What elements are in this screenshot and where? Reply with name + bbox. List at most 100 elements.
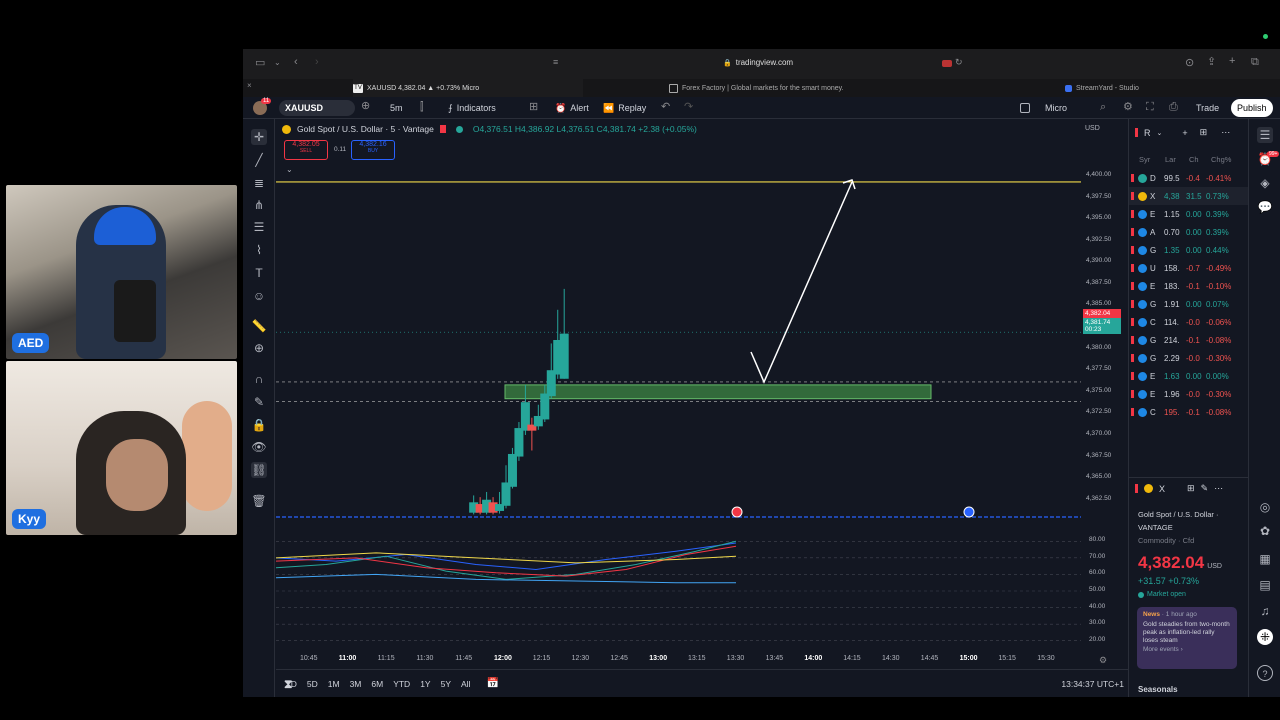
watchlist-row[interactable]: E 1.15 0.00 0.39% (1129, 205, 1249, 223)
trade-button[interactable]: Trade (1196, 103, 1219, 113)
chart-pane[interactable]: Gold Spot / U.S. Dollar · 5 · Vantage O4… (276, 119, 1128, 697)
price-scale[interactable]: USD 4,400.00 4,397.50 4,395.00 4,392.50 4,39… (1081, 119, 1128, 659)
timeframe-button[interactable]: 6M (371, 679, 383, 689)
layout-square-icon[interactable] (1020, 103, 1030, 113)
target-icon[interactable]: ◎ (1257, 499, 1273, 515)
ideas-icon[interactable]: ✿ (1257, 523, 1273, 539)
forward-icon[interactable]: › (315, 57, 319, 68)
back-icon[interactable]: ‹ (294, 57, 298, 68)
fib-icon[interactable]: ☰ (251, 219, 267, 235)
header-change-pct[interactable]: Chg% (1211, 155, 1239, 164)
trash-icon[interactable]: 🗑 (251, 493, 267, 509)
fullscreen-icon[interactable]: ⛶ (1146, 102, 1154, 113)
record-icon[interactable] (942, 60, 952, 67)
interval-button[interactable]: 5m (390, 103, 403, 113)
publish-button[interactable]: Publish (1231, 99, 1273, 117)
zoom-icon[interactable]: ⊕ (251, 340, 267, 356)
share-icon[interactable]: ⇪ (1207, 57, 1216, 68)
emoji-icon[interactable]: ☺ (251, 288, 267, 304)
timeframe-button[interactable]: All (461, 679, 470, 689)
chat-icon[interactable]: 💬 (1257, 199, 1273, 215)
apps-icon[interactable]: ⁜ (1257, 629, 1273, 645)
timeframe-button[interactable]: 5D (307, 679, 318, 689)
layouts-icon[interactable]: ⊞ (529, 102, 538, 113)
timeframe-button[interactable]: 1D (286, 679, 297, 689)
grid-icon[interactable]: ⊞ (1200, 127, 1208, 138)
watchlist-row[interactable]: E 1.96 -0.0 -0.30% (1129, 385, 1249, 403)
sell-button[interactable]: 4,382.05 SELL (284, 140, 328, 160)
help-icon[interactable]: ? (1257, 665, 1273, 681)
alert-button[interactable]: ⏰ Alert (555, 103, 589, 114)
text-icon[interactable]: T (251, 265, 267, 281)
watchlist-row[interactable]: C 114. -0.0 -0.06% (1129, 313, 1249, 331)
horizontal-lines-icon[interactable]: ≣ (251, 175, 267, 191)
pencil-lock-icon[interactable]: ✎ (251, 394, 267, 410)
timeframe-button[interactable]: YTD (393, 679, 410, 689)
ruler-icon[interactable]: 📏 (251, 318, 267, 334)
tab-tradingview[interactable]: TV XAUUSD 4,382.04 ▲ +0.73% Micro (353, 79, 583, 97)
add-symbol-icon[interactable]: + (1182, 128, 1187, 138)
header-last[interactable]: Lar (1165, 155, 1189, 164)
watchlist-row[interactable]: G 2.29 -0.0 -0.30% (1129, 349, 1249, 367)
tab-overview-icon[interactable]: ⧉ (1251, 57, 1259, 68)
close-tab-icon[interactable]: × (247, 82, 252, 90)
watchlist-row[interactable]: G 1.91 0.00 0.07% (1129, 295, 1249, 313)
layers-icon[interactable]: ◈ (1257, 175, 1273, 191)
tab-streamyard[interactable]: StreamYard - Studio (1065, 79, 1265, 97)
more-icon[interactable]: ⋯ (1214, 483, 1223, 494)
pitchfork-icon[interactable]: ⋔ (251, 197, 267, 213)
buy-button[interactable]: 4,382.16 BUY (351, 140, 395, 160)
chevron-down-icon[interactable]: ⌄ (1157, 129, 1163, 137)
magnet-icon[interactable]: ∩ (251, 371, 267, 387)
edit-icon[interactable]: ✎ (1201, 483, 1209, 494)
eye-icon[interactable]: 👁 (251, 439, 267, 455)
chevron-down-icon[interactable]: ⌄ (274, 59, 281, 67)
chart-svg[interactable] (276, 119, 1128, 697)
sidebar-toggle-icon[interactable]: ▭ (255, 58, 265, 69)
more-events-link[interactable]: More events › (1143, 646, 1231, 654)
timeframe-button[interactable]: 3M (350, 679, 362, 689)
watchlist-row[interactable]: E 183. -0.1 -0.10% (1129, 277, 1249, 295)
search-icon[interactable]: ⌕ (1100, 102, 1106, 113)
timeframe-button[interactable]: 1M (328, 679, 340, 689)
bell-icon[interactable]: ♫ (1257, 603, 1273, 619)
currency-selector[interactable]: USD (1085, 125, 1100, 132)
header-symbol[interactable]: Syr (1139, 155, 1165, 164)
news-card[interactable]: News · 1 hour ago Gold steadies from two… (1137, 607, 1237, 669)
screener-icon[interactable]: ▤ (1257, 577, 1273, 593)
settings-icon[interactable]: ⚙ (1123, 102, 1133, 113)
undo-icon[interactable]: ↶ (661, 102, 670, 113)
reload-icon[interactable]: ↻ (955, 58, 963, 67)
tab-forex-factory[interactable]: Forex Factory | Global markets for the s… (669, 79, 929, 97)
symbol-search[interactable]: XAUUSD (279, 100, 355, 116)
collapse-legend-icon[interactable]: ⌄ (286, 165, 293, 174)
header-change[interactable]: Ch (1189, 155, 1211, 164)
replay-button[interactable]: ⏪ Replay (603, 103, 646, 114)
add-symbol-icon[interactable]: ⊕ (361, 101, 370, 112)
candle-style-icon[interactable]: ⫿ (420, 102, 424, 113)
watchlist-row[interactable]: G 1.35 0.00 0.44% (1129, 241, 1249, 259)
watchlist-row[interactable]: E 1.63 0.00 0.00% (1129, 367, 1249, 385)
watchlist-row[interactable]: X 4,38 31.5 0.73% (1129, 187, 1249, 205)
axis-settings-icon[interactable]: ⚙ (1099, 656, 1107, 665)
address-bar[interactable]: 🔒 tradingview.com (723, 58, 793, 67)
trend-line-icon[interactable]: ╱ (251, 152, 267, 168)
indicators-button[interactable]: ⨍ Indicators (448, 103, 496, 114)
time-axis[interactable]: 10:45 11:00 11:15 11:30 11:45 12:00 12:15 12:30… (276, 654, 1128, 668)
grid-icon[interactable]: ⊞ (1187, 483, 1195, 494)
pattern-icon[interactable]: ⌇ (251, 242, 267, 258)
new-tab-icon[interactable]: + (1229, 56, 1235, 67)
watchlist-title[interactable]: R (1144, 128, 1151, 138)
link-icon[interactable]: ⛓ (251, 462, 267, 478)
date-range-icon[interactable]: 📅 (486, 678, 498, 689)
more-icon[interactable]: ⋯ (1221, 127, 1230, 138)
redo-icon[interactable]: ↷ (684, 102, 693, 113)
calendar-icon[interactable]: ▦ (1257, 551, 1273, 567)
watchlist-row[interactable]: G 214. -0.1 -0.08% (1129, 331, 1249, 349)
download-icon[interactable]: ⊙ (1185, 58, 1194, 69)
camera-icon[interactable]: ⎙ (1169, 102, 1178, 113)
reader-icon[interactable]: ≡ (553, 58, 558, 67)
timeframe-button[interactable]: 5Y (441, 679, 451, 689)
watchlist-row[interactable]: D 99.5 -0.4 -0.41% (1129, 169, 1249, 187)
watchlist-row[interactable]: A 0.70 0.00 0.39% (1129, 223, 1249, 241)
